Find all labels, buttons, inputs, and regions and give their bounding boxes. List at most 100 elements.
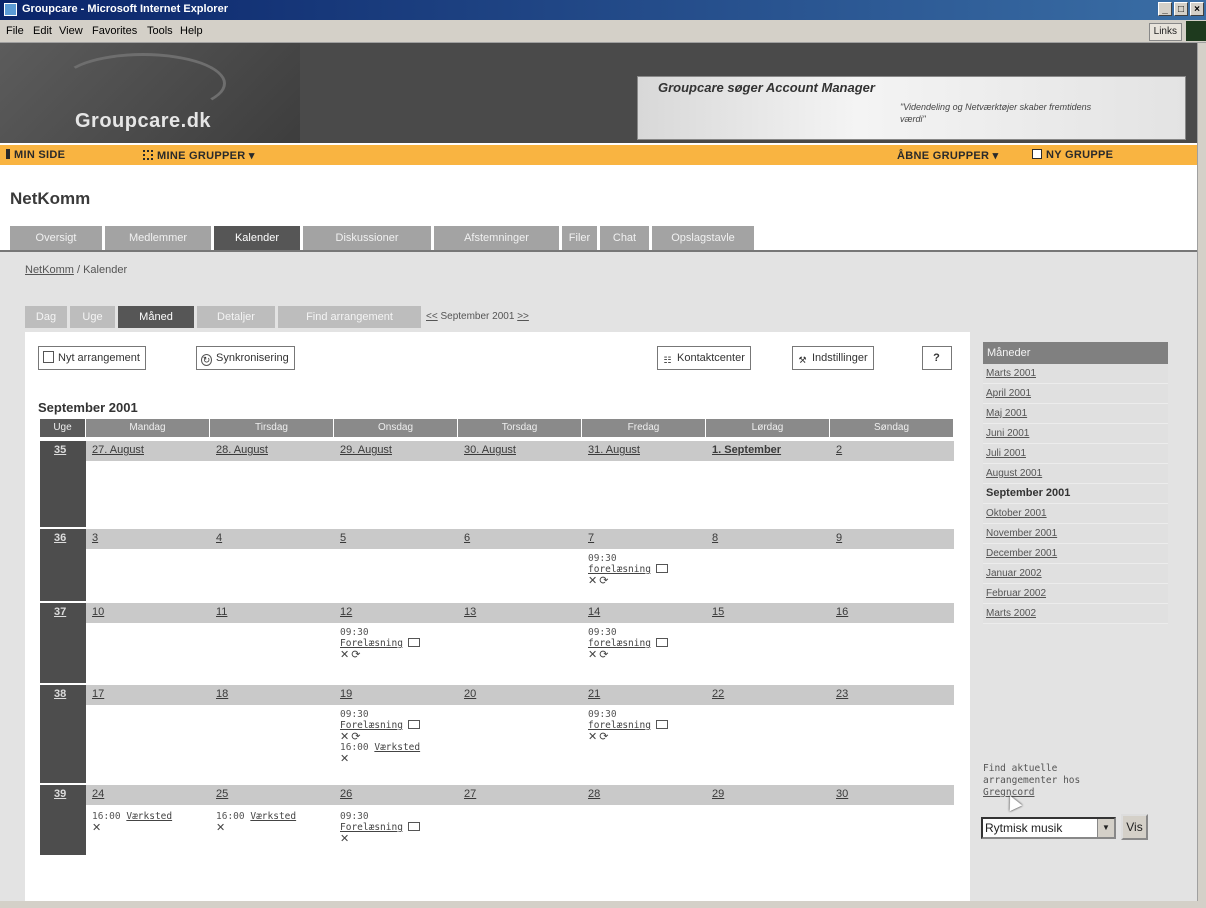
menu-file[interactable]: File bbox=[6, 25, 24, 37]
month-link[interactable]: Januar 2002 bbox=[983, 564, 1168, 584]
day-link[interactable]: 26 bbox=[340, 788, 352, 800]
minimize-button[interactable]: _ bbox=[1158, 2, 1172, 16]
day-link[interactable]: 16 bbox=[836, 606, 848, 618]
delete-icon[interactable]: ✕ bbox=[216, 821, 227, 834]
vertical-scrollbar[interactable] bbox=[1197, 43, 1206, 901]
subtab-dag[interactable]: Dag bbox=[25, 306, 67, 328]
dropdown-arrow-icon[interactable]: ▼ bbox=[1097, 819, 1114, 837]
email-icon[interactable] bbox=[407, 720, 420, 729]
month-link[interactable]: December 2001 bbox=[983, 544, 1168, 564]
close-button[interactable]: × bbox=[1190, 2, 1204, 16]
day-link[interactable]: 25 bbox=[216, 788, 228, 800]
next-month-link[interactable]: >> bbox=[517, 311, 529, 322]
week-number[interactable]: 39 bbox=[54, 788, 66, 800]
maximize-button[interactable]: □ bbox=[1174, 2, 1188, 16]
day-link[interactable]: 5 bbox=[340, 532, 346, 544]
day-link[interactable]: 29. August bbox=[340, 444, 392, 456]
event-title-link[interactable]: Værksted bbox=[250, 811, 296, 822]
day-link[interactable]: 27 bbox=[464, 788, 476, 800]
tab-opslagstavle[interactable]: Opslagstavle bbox=[652, 226, 754, 250]
day-link[interactable]: 21 bbox=[588, 688, 600, 700]
tab-chat[interactable]: Chat bbox=[600, 226, 649, 250]
event-title-link[interactable]: Værksted bbox=[374, 742, 420, 753]
day-link[interactable]: 24 bbox=[92, 788, 104, 800]
day-link[interactable]: 29 bbox=[712, 788, 724, 800]
day-link[interactable]: 2 bbox=[836, 444, 842, 456]
delete-icon[interactable]: ✕ bbox=[92, 821, 103, 834]
month-link[interactable]: August 2001 bbox=[983, 464, 1168, 484]
month-link[interactable]: Juli 2001 bbox=[983, 444, 1168, 464]
menu-edit[interactable]: Edit bbox=[33, 25, 52, 37]
tab-medlemmer[interactable]: Medlemmer bbox=[105, 226, 211, 250]
day-link[interactable]: 31. August bbox=[588, 444, 640, 456]
tab-filer[interactable]: Filer bbox=[562, 226, 597, 250]
month-link[interactable]: Marts 2001 bbox=[983, 364, 1168, 384]
month-link[interactable]: April 2001 bbox=[983, 384, 1168, 404]
month-link[interactable]: Juni 2001 bbox=[983, 424, 1168, 444]
email-icon[interactable] bbox=[407, 822, 420, 831]
delete-icon[interactable]: ✕ bbox=[340, 832, 351, 845]
day-link[interactable]: 18 bbox=[216, 688, 228, 700]
edit-icon[interactable]: ⟳ bbox=[599, 648, 610, 661]
day-link[interactable]: 8 bbox=[712, 532, 718, 544]
links-toolbar[interactable]: Links bbox=[1148, 23, 1182, 41]
contacts-button[interactable]: ☷ Kontaktcenter bbox=[657, 346, 751, 370]
event-title-link[interactable]: Værksted bbox=[126, 811, 172, 822]
subtab-maned[interactable]: Måned bbox=[118, 306, 194, 328]
month-link[interactable]: November 2001 bbox=[983, 524, 1168, 544]
breadcrumb-root[interactable]: NetKomm bbox=[25, 264, 74, 276]
settings-button[interactable]: ⚒ Indstillinger bbox=[792, 346, 874, 370]
day-link[interactable]: 14 bbox=[588, 606, 600, 618]
menu-favorites[interactable]: Favorites bbox=[92, 25, 137, 37]
day-link[interactable]: 9 bbox=[836, 532, 842, 544]
month-link[interactable]: Oktober 2001 bbox=[983, 504, 1168, 524]
edit-icon[interactable]: ⟳ bbox=[351, 648, 362, 661]
month-link[interactable]: Maj 2001 bbox=[983, 404, 1168, 424]
email-icon[interactable] bbox=[655, 720, 668, 729]
tab-afstemninger[interactable]: Afstemninger bbox=[434, 226, 559, 250]
help-button[interactable]: ? bbox=[922, 346, 952, 370]
day-link[interactable]: 4 bbox=[216, 532, 222, 544]
subtab-uge[interactable]: Uge bbox=[70, 306, 115, 328]
tab-kalender[interactable]: Kalender bbox=[214, 226, 300, 250]
edit-icon[interactable]: ⟳ bbox=[599, 730, 610, 743]
week-number[interactable]: 38 bbox=[54, 688, 66, 700]
day-link[interactable]: 23 bbox=[836, 688, 848, 700]
email-icon[interactable] bbox=[655, 638, 668, 647]
vis-button[interactable]: Vis bbox=[1121, 814, 1148, 840]
menu-view[interactable]: View bbox=[59, 25, 83, 37]
menu-tools[interactable]: Tools bbox=[147, 25, 173, 37]
tab-oversigt[interactable]: Oversigt bbox=[10, 226, 102, 250]
day-link[interactable]: 3 bbox=[92, 532, 98, 544]
edit-icon[interactable]: ⟳ bbox=[599, 574, 610, 587]
day-link[interactable]: 19 bbox=[340, 688, 352, 700]
month-link[interactable]: Marts 2002 bbox=[983, 604, 1168, 624]
delete-icon[interactable]: ✕ bbox=[588, 730, 599, 743]
day-link[interactable]: 28. August bbox=[216, 444, 268, 456]
day-link[interactable]: 30. August bbox=[464, 444, 516, 456]
category-select[interactable]: Rytmisk musik ▼ bbox=[981, 817, 1116, 839]
week-number[interactable]: 36 bbox=[54, 532, 66, 544]
day-link[interactable]: 6 bbox=[464, 532, 470, 544]
new-event-button[interactable]: Nyt arrangement bbox=[38, 346, 146, 370]
day-link[interactable]: 11 bbox=[216, 606, 227, 618]
subtab-find-arrangement[interactable]: Find arrangement bbox=[278, 306, 421, 328]
day-link[interactable]: 13 bbox=[464, 606, 476, 618]
day-link[interactable]: 7 bbox=[588, 532, 594, 544]
day-link[interactable]: 22 bbox=[712, 688, 724, 700]
month-link[interactable]: Februar 2002 bbox=[983, 584, 1168, 604]
week-number[interactable]: 35 bbox=[54, 444, 66, 456]
day-link[interactable]: 30 bbox=[836, 788, 848, 800]
sync-button[interactable]: ↻ Synkronisering bbox=[196, 346, 295, 370]
day-link[interactable]: 17 bbox=[92, 688, 104, 700]
email-icon[interactable] bbox=[407, 638, 420, 647]
day-link[interactable]: 12 bbox=[340, 606, 352, 618]
delete-icon[interactable]: ✕ bbox=[588, 574, 599, 587]
menu-help[interactable]: Help bbox=[180, 25, 203, 37]
day-link[interactable]: 15 bbox=[712, 606, 724, 618]
day-link[interactable]: 28 bbox=[588, 788, 600, 800]
subtab-detaljer[interactable]: Detaljer bbox=[197, 306, 275, 328]
delete-icon[interactable]: ✕ bbox=[340, 648, 351, 661]
email-icon[interactable] bbox=[655, 564, 668, 573]
day-link[interactable]: 1. September bbox=[712, 444, 781, 456]
